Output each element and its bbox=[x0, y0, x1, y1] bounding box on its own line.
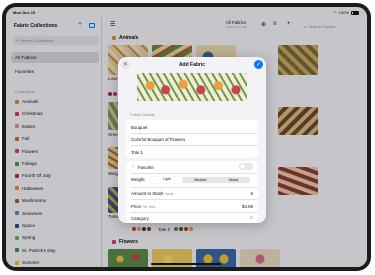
amount-unit: Yards bbox=[164, 192, 174, 196]
amount-input[interactable]: 6 bbox=[251, 191, 253, 196]
divider bbox=[131, 212, 258, 213]
favorite-row: ♡ Favorite bbox=[131, 164, 154, 170]
chevron-updown-icon[interactable]: ⇕ bbox=[249, 215, 253, 221]
heart-icon: ♡ bbox=[131, 164, 135, 169]
weight-option-medium[interactable]: Medium bbox=[184, 177, 217, 183]
amount-label: Amount In Stash bbox=[131, 191, 164, 196]
price-row: Price Per Yard bbox=[131, 204, 155, 209]
category-label[interactable]: Category bbox=[131, 216, 149, 221]
price-label: Price bbox=[131, 204, 142, 209]
price-input[interactable]: $4.59 bbox=[242, 204, 253, 209]
weight-option-light[interactable]: Light bbox=[150, 177, 184, 183]
add-fabric-sheet: × Add Fabric ✓ Fabric Details Bouquet Co… bbox=[118, 57, 266, 223]
divider bbox=[131, 187, 258, 188]
details-card: Bouquet Colorful Bouquet of Flowers Tote… bbox=[126, 120, 258, 158]
screen: Mon Dec 15 ◠ 100% Fabric Collections + ⌕… bbox=[6, 7, 367, 267]
weight-label: Weight bbox=[131, 177, 145, 182]
confirm-checkmark-icon[interactable]: ✓ bbox=[254, 60, 263, 69]
attributes-card: ♡ Favorite Weight Light Medium Heavy Amo… bbox=[126, 161, 258, 223]
favorite-toggle[interactable] bbox=[239, 163, 253, 170]
fabric-details-label: Fabric Details bbox=[130, 112, 155, 117]
divider bbox=[131, 199, 258, 200]
divider bbox=[131, 133, 258, 134]
divider bbox=[131, 173, 258, 174]
ipad-frame: Mon Dec 15 ◠ 100% Fabric Collections + ⌕… bbox=[2, 3, 371, 271]
price-unit: Per Yard bbox=[142, 205, 156, 209]
divider bbox=[131, 145, 258, 146]
sheet-title: Add Fabric bbox=[178, 62, 206, 68]
amount-row: Amount In Stash Yards bbox=[131, 191, 173, 196]
home-indicator bbox=[151, 263, 221, 265]
fabric-description-field[interactable]: Colorful Bouquet of Flowers bbox=[131, 137, 185, 142]
fabric-photo[interactable] bbox=[137, 73, 247, 101]
fabric-name-field[interactable]: Bouquet bbox=[131, 125, 147, 130]
weight-option-heavy[interactable]: Heavy bbox=[217, 177, 250, 183]
fabric-location-field[interactable]: Tote 1 bbox=[131, 150, 143, 155]
weight-segmented-control[interactable]: Light Medium Heavy bbox=[150, 177, 250, 183]
favorite-label: Favorite bbox=[137, 164, 154, 170]
